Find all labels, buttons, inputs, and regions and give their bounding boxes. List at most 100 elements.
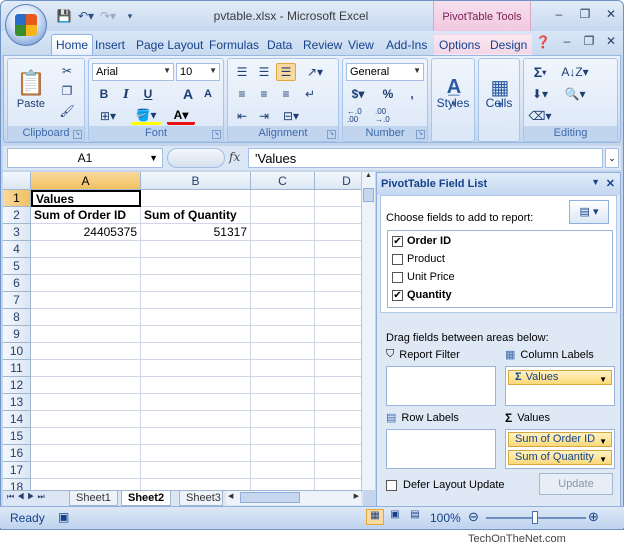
ribbon-minimize-button[interactable]: – bbox=[557, 34, 577, 48]
decrease-indent-icon[interactable]: ⇤ bbox=[232, 107, 252, 125]
grid-cell[interactable] bbox=[315, 309, 363, 326]
ribbon-close-button[interactable]: ✕ bbox=[601, 34, 621, 48]
ribbon-restore-button[interactable]: ❐ bbox=[579, 34, 599, 48]
field-unit-price[interactable]: Unit Price bbox=[392, 269, 455, 285]
expand-formula-bar-icon[interactable]: ⌄ bbox=[605, 148, 619, 168]
grid-cell[interactable] bbox=[141, 326, 251, 343]
sheet-nav-icon[interactable]: ⏮◀▶⏭ bbox=[7, 492, 48, 502]
row-header-11[interactable]: 11 bbox=[3, 360, 31, 377]
grid-cell[interactable] bbox=[315, 258, 363, 275]
grid-cell[interactable] bbox=[251, 224, 315, 241]
tab-page-layout[interactable]: Page Layout bbox=[131, 34, 208, 55]
grid-cell[interactable] bbox=[315, 207, 363, 224]
grid-cell[interactable] bbox=[251, 462, 315, 479]
row-header-10[interactable]: 10 bbox=[3, 343, 31, 360]
grid-cell[interactable] bbox=[251, 411, 315, 428]
horizontal-scroll-thumb[interactable] bbox=[240, 492, 300, 503]
vertical-scroll-thumb[interactable] bbox=[363, 188, 374, 202]
font-launcher-icon[interactable]: ↘ bbox=[212, 130, 221, 139]
name-box[interactable]: A1 ▼ bbox=[7, 148, 163, 168]
field-order-id[interactable]: ✔ Order ID bbox=[392, 233, 451, 249]
font-color-button[interactable]: A ▾ bbox=[167, 107, 195, 125]
align-center-icon[interactable]: ≡ bbox=[254, 85, 274, 103]
zoom-slider-thumb[interactable] bbox=[532, 511, 538, 524]
formula-bar-splitter[interactable] bbox=[167, 148, 225, 168]
paste-button[interactable]: 📋 Paste bbox=[14, 63, 48, 115]
align-left-icon[interactable]: ≡ bbox=[232, 85, 252, 103]
grid-cell[interactable] bbox=[141, 309, 251, 326]
checkbox-unit-price[interactable] bbox=[392, 271, 403, 283]
grid-cell[interactable] bbox=[31, 360, 141, 377]
align-middle-icon[interactable]: ☰ bbox=[254, 63, 274, 81]
alignment-launcher-icon[interactable]: ↘ bbox=[327, 130, 336, 139]
clear-icon[interactable]: ⌫▾ bbox=[528, 107, 552, 125]
page-layout-view-icon[interactable]: ▣ bbox=[386, 509, 404, 525]
grid-cell[interactable] bbox=[315, 479, 363, 490]
currency-button[interactable]: $ ▾ bbox=[347, 85, 369, 103]
grid-cell[interactable] bbox=[141, 394, 251, 411]
grid-cell[interactable] bbox=[315, 326, 363, 343]
row-header-16[interactable]: 16 bbox=[3, 445, 31, 462]
grid-cell[interactable] bbox=[31, 309, 141, 326]
column-labels-area[interactable]: Σ Values ▼ bbox=[505, 366, 615, 406]
grid-cell[interactable] bbox=[251, 292, 315, 309]
grid-cell[interactable] bbox=[251, 258, 315, 275]
grid-cell[interactable] bbox=[315, 462, 363, 479]
scroll-left-icon[interactable]: ◀ bbox=[228, 492, 233, 500]
fill-icon[interactable]: ⬇▾ bbox=[528, 85, 552, 103]
find-select-icon[interactable]: 🔍▾ bbox=[560, 85, 590, 103]
grid-cell[interactable] bbox=[251, 479, 315, 490]
column-header-a[interactable]: A bbox=[31, 172, 141, 190]
grid-cell[interactable] bbox=[315, 275, 363, 292]
underline-button[interactable]: U bbox=[139, 85, 157, 103]
row-header-14[interactable]: 14 bbox=[3, 411, 31, 428]
grid-cell[interactable] bbox=[31, 258, 141, 275]
grid-cell[interactable] bbox=[141, 241, 251, 258]
grid-cell[interactable] bbox=[251, 360, 315, 377]
office-button[interactable] bbox=[5, 4, 47, 46]
grid-cell[interactable] bbox=[31, 428, 141, 445]
tab-review[interactable]: Review bbox=[298, 34, 347, 55]
row-header-15[interactable]: 15 bbox=[3, 428, 31, 445]
cell-b2[interactable]: Sum of Quantity bbox=[141, 207, 251, 224]
grid-cell[interactable] bbox=[31, 377, 141, 394]
normal-view-icon[interactable]: ▦ bbox=[366, 509, 384, 525]
row-header-6[interactable]: 6 bbox=[3, 275, 31, 292]
styles-button[interactable]: A̲ ▾ bbox=[436, 63, 472, 123]
zoom-in-icon[interactable]: ⊕ bbox=[588, 509, 599, 525]
grid-cell[interactable] bbox=[315, 190, 363, 207]
page-break-view-icon[interactable]: ▤ bbox=[406, 509, 424, 525]
grid-cell[interactable] bbox=[141, 479, 251, 490]
field-quantity[interactable]: ✔ Quantity bbox=[392, 287, 452, 303]
row-header-8[interactable]: 8 bbox=[3, 309, 31, 326]
font-size-combo[interactable]: 10 ▼ bbox=[176, 63, 220, 81]
scroll-up-icon[interactable]: ▲ bbox=[363, 172, 374, 186]
number-launcher-icon[interactable]: ↘ bbox=[416, 130, 425, 139]
grid-cell[interactable] bbox=[31, 479, 141, 490]
zoom-level[interactable]: 100% bbox=[430, 511, 461, 525]
field-product[interactable]: Product bbox=[392, 251, 445, 267]
grid-cell[interactable] bbox=[315, 394, 363, 411]
merge-center-icon[interactable]: ⊟▾ bbox=[276, 107, 306, 125]
grid-cell[interactable] bbox=[141, 428, 251, 445]
grid-cell[interactable] bbox=[315, 292, 363, 309]
grid-cell[interactable] bbox=[141, 275, 251, 292]
autosum-button[interactable]: Σ ▾ bbox=[528, 63, 552, 81]
checkbox-quantity[interactable]: ✔ bbox=[392, 289, 403, 301]
grid-cell[interactable] bbox=[141, 258, 251, 275]
cell-a2[interactable]: Sum of Order ID bbox=[31, 207, 141, 224]
tab-home[interactable]: Home bbox=[51, 34, 94, 55]
grid-cell[interactable] bbox=[251, 275, 315, 292]
grid-cell[interactable] bbox=[141, 411, 251, 428]
sort-filter-icon[interactable]: A↓Z▾ bbox=[560, 63, 590, 81]
grid-cell[interactable] bbox=[315, 360, 363, 377]
cells-button[interactable]: ▦ ▾ bbox=[483, 63, 517, 123]
italic-button[interactable]: I bbox=[117, 85, 135, 103]
grid-cell[interactable] bbox=[141, 445, 251, 462]
sheet-tab-2[interactable]: Sheet2 bbox=[121, 491, 172, 506]
grid-cell[interactable] bbox=[31, 394, 141, 411]
close-button[interactable]: ✕ bbox=[601, 7, 621, 21]
grid-cell[interactable] bbox=[251, 394, 315, 411]
row-header-1[interactable]: 1 bbox=[3, 190, 31, 207]
fill-color-icon[interactable]: 🪣▾ bbox=[131, 107, 161, 125]
